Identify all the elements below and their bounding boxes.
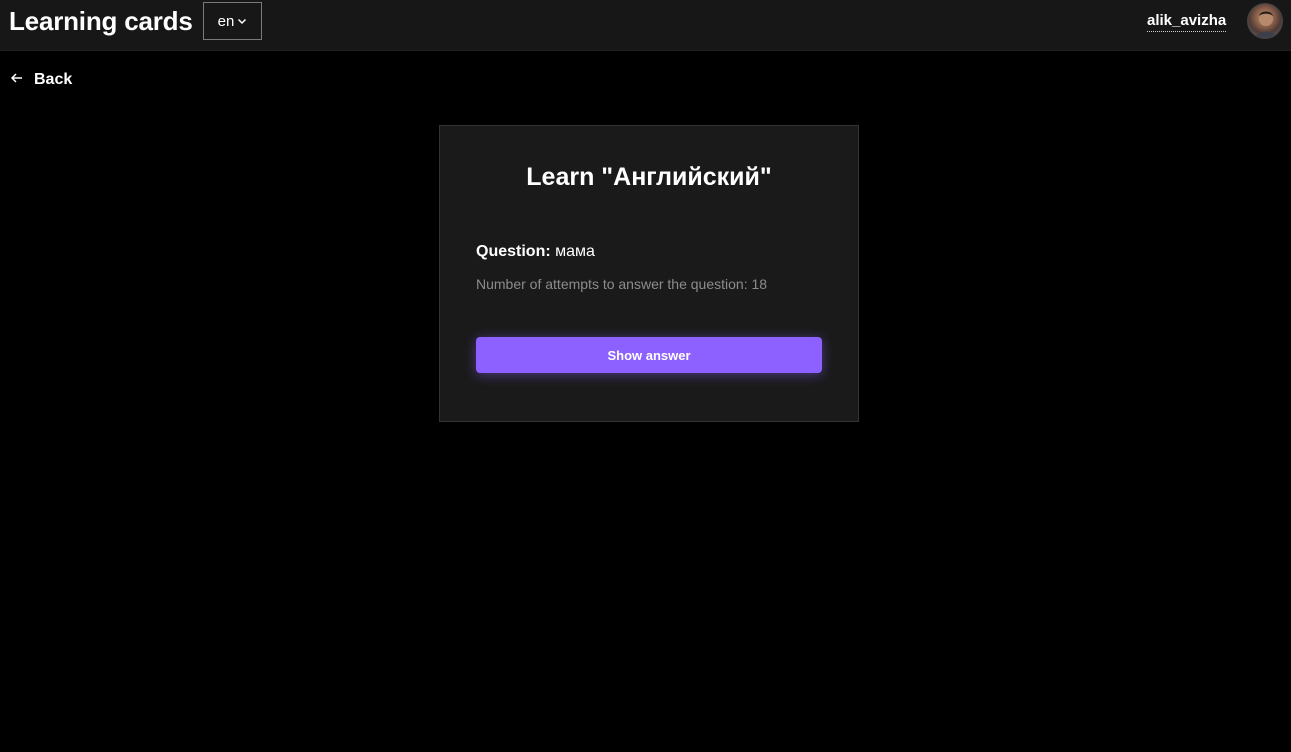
chevron-down-icon — [237, 16, 247, 26]
show-answer-button[interactable]: Show answer — [476, 337, 822, 373]
question-value: мама — [555, 243, 595, 260]
question-row: Question: мама — [476, 242, 595, 262]
question-label: Question: — [476, 243, 556, 260]
arrow-left-icon — [10, 71, 24, 90]
language-select[interactable]: en — [203, 2, 262, 40]
username-link[interactable]: alik_avizha — [1147, 11, 1227, 32]
app-title: Learning cards — [9, 6, 193, 36]
card-title: Learn "Английский" — [526, 163, 772, 191]
language-value: en — [217, 12, 235, 30]
attempts-count-text: Number of attempts to answer the questio… — [476, 276, 768, 292]
back-label: Back — [34, 71, 73, 88]
back-link[interactable]: Back — [10, 70, 72, 90]
avatar-image — [1254, 11, 1278, 38]
learn-card: Learn "Английский" Question: мама Number… — [439, 125, 859, 422]
top-header: Learning cards en alik_avizha — [0, 0, 1291, 51]
avatar[interactable] — [1247, 3, 1283, 39]
